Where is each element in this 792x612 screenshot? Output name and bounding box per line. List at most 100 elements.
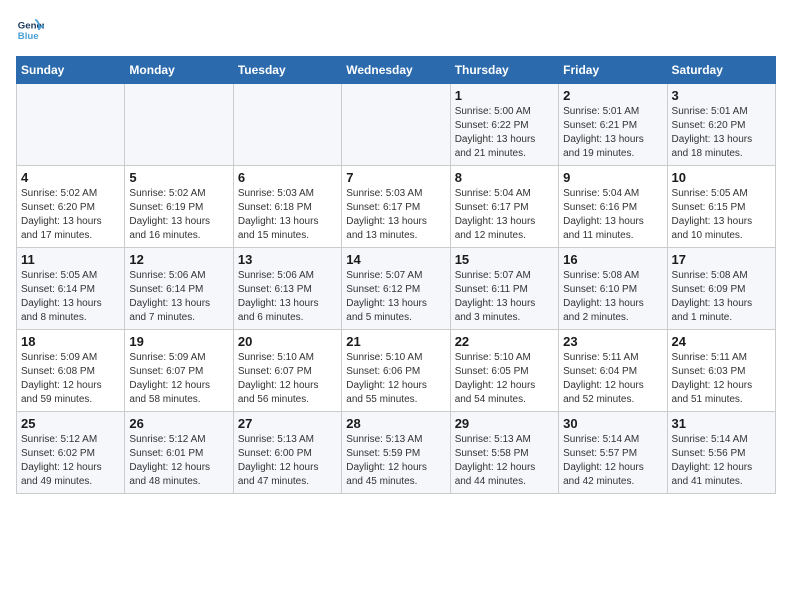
day-info: Sunrise: 5:08 AM Sunset: 6:09 PM Dayligh… [672,269,771,325]
day-info: Sunrise: 5:11 AM Sunset: 6:03 PM Dayligh… [672,351,771,407]
calendar-cell: 19 Sunrise: 5:09 AM Sunset: 6:07 PM Dayli… [125,330,233,412]
day-info: Sunrise: 5:03 AM Sunset: 6:18 PM Dayligh… [238,187,337,243]
day-number: 24 [672,334,771,349]
day-info: Sunrise: 5:11 AM Sunset: 6:04 PM Dayligh… [563,351,662,407]
column-header-wednesday: Wednesday [342,57,450,84]
day-number: 26 [129,416,228,431]
day-number: 28 [346,416,445,431]
day-number: 10 [672,170,771,185]
day-info: Sunrise: 5:12 AM Sunset: 6:02 PM Dayligh… [21,433,120,489]
day-info: Sunrise: 5:13 AM Sunset: 5:59 PM Dayligh… [346,433,445,489]
day-info: Sunrise: 5:08 AM Sunset: 6:10 PM Dayligh… [563,269,662,325]
calendar-cell: 31 Sunrise: 5:14 AM Sunset: 5:56 PM Dayli… [667,412,775,494]
day-info: Sunrise: 5:05 AM Sunset: 6:14 PM Dayligh… [21,269,120,325]
calendar-header-row: SundayMondayTuesdayWednesdayThursdayFrid… [17,57,776,84]
day-info: Sunrise: 5:12 AM Sunset: 6:01 PM Dayligh… [129,433,228,489]
logo-icon: General Blue [16,16,44,44]
day-number: 16 [563,252,662,267]
logo: General Blue [16,16,44,44]
calendar-cell: 16 Sunrise: 5:08 AM Sunset: 6:10 PM Dayli… [559,248,667,330]
day-number: 19 [129,334,228,349]
calendar-cell: 5 Sunrise: 5:02 AM Sunset: 6:19 PM Daylig… [125,166,233,248]
day-info: Sunrise: 5:06 AM Sunset: 6:13 PM Dayligh… [238,269,337,325]
day-number: 3 [672,88,771,103]
day-info: Sunrise: 5:04 AM Sunset: 6:16 PM Dayligh… [563,187,662,243]
day-number: 23 [563,334,662,349]
day-number: 8 [455,170,554,185]
calendar-cell [125,84,233,166]
svg-text:General: General [18,20,44,31]
day-number: 17 [672,252,771,267]
day-info: Sunrise: 5:01 AM Sunset: 6:20 PM Dayligh… [672,105,771,161]
calendar-cell: 3 Sunrise: 5:01 AM Sunset: 6:20 PM Daylig… [667,84,775,166]
day-info: Sunrise: 5:02 AM Sunset: 6:19 PM Dayligh… [129,187,228,243]
day-number: 15 [455,252,554,267]
column-header-saturday: Saturday [667,57,775,84]
day-info: Sunrise: 5:00 AM Sunset: 6:22 PM Dayligh… [455,105,554,161]
day-info: Sunrise: 5:04 AM Sunset: 6:17 PM Dayligh… [455,187,554,243]
day-number: 31 [672,416,771,431]
calendar-cell: 2Sunrise: 5:01 AM Sunset: 6:21 PM Daylig… [559,84,667,166]
calendar-cell: 21 Sunrise: 5:10 AM Sunset: 6:06 PM Dayli… [342,330,450,412]
day-info: Sunrise: 5:14 AM Sunset: 5:56 PM Dayligh… [672,433,771,489]
day-info: Sunrise: 5:10 AM Sunset: 6:06 PM Dayligh… [346,351,445,407]
day-info: Sunrise: 5:10 AM Sunset: 6:07 PM Dayligh… [238,351,337,407]
calendar-cell: 11 Sunrise: 5:05 AM Sunset: 6:14 PM Dayli… [17,248,125,330]
calendar-week-2: 4 Sunrise: 5:02 AM Sunset: 6:20 PM Daylig… [17,166,776,248]
day-number: 14 [346,252,445,267]
day-number: 7 [346,170,445,185]
day-number: 22 [455,334,554,349]
calendar-cell: 28 Sunrise: 5:13 AM Sunset: 5:59 PM Dayli… [342,412,450,494]
calendar-cell: 4 Sunrise: 5:02 AM Sunset: 6:20 PM Daylig… [17,166,125,248]
calendar-cell: 20 Sunrise: 5:10 AM Sunset: 6:07 PM Dayli… [233,330,341,412]
day-info: Sunrise: 5:10 AM Sunset: 6:05 PM Dayligh… [455,351,554,407]
calendar-cell: 10 Sunrise: 5:05 AM Sunset: 6:15 PM Dayli… [667,166,775,248]
calendar-cell: 8 Sunrise: 5:04 AM Sunset: 6:17 PM Daylig… [450,166,558,248]
calendar-week-4: 18Sunrise: 5:09 AM Sunset: 6:08 PM Dayli… [17,330,776,412]
calendar-cell: 18Sunrise: 5:09 AM Sunset: 6:08 PM Dayli… [17,330,125,412]
day-info: Sunrise: 5:03 AM Sunset: 6:17 PM Dayligh… [346,187,445,243]
calendar-cell: 6 Sunrise: 5:03 AM Sunset: 6:18 PM Daylig… [233,166,341,248]
day-number: 29 [455,416,554,431]
calendar-week-1: 1 Sunrise: 5:00 AM Sunset: 6:22 PM Daylig… [17,84,776,166]
calendar-week-5: 25 Sunrise: 5:12 AM Sunset: 6:02 PM Dayli… [17,412,776,494]
calendar-cell: 13 Sunrise: 5:06 AM Sunset: 6:13 PM Dayli… [233,248,341,330]
calendar-cell: 12 Sunrise: 5:06 AM Sunset: 6:14 PM Dayli… [125,248,233,330]
svg-text:Blue: Blue [18,31,39,42]
day-number: 18 [21,334,120,349]
calendar-week-3: 11 Sunrise: 5:05 AM Sunset: 6:14 PM Dayli… [17,248,776,330]
day-number: 20 [238,334,337,349]
column-header-tuesday: Tuesday [233,57,341,84]
calendar-table: SundayMondayTuesdayWednesdayThursdayFrid… [16,56,776,494]
day-number: 2 [563,88,662,103]
calendar-cell: 27 Sunrise: 5:13 AM Sunset: 6:00 PM Dayli… [233,412,341,494]
day-info: Sunrise: 5:13 AM Sunset: 6:00 PM Dayligh… [238,433,337,489]
day-number: 30 [563,416,662,431]
calendar-cell: 26 Sunrise: 5:12 AM Sunset: 6:01 PM Dayli… [125,412,233,494]
day-info: Sunrise: 5:09 AM Sunset: 6:07 PM Dayligh… [129,351,228,407]
day-info: Sunrise: 5:13 AM Sunset: 5:58 PM Dayligh… [455,433,554,489]
column-header-thursday: Thursday [450,57,558,84]
day-number: 11 [21,252,120,267]
day-number: 5 [129,170,228,185]
day-number: 13 [238,252,337,267]
day-number: 6 [238,170,337,185]
calendar-cell: 25 Sunrise: 5:12 AM Sunset: 6:02 PM Dayli… [17,412,125,494]
calendar-cell: 24 Sunrise: 5:11 AM Sunset: 6:03 PM Dayli… [667,330,775,412]
day-number: 27 [238,416,337,431]
day-number: 21 [346,334,445,349]
calendar-cell: 7 Sunrise: 5:03 AM Sunset: 6:17 PM Daylig… [342,166,450,248]
calendar-cell: 29 Sunrise: 5:13 AM Sunset: 5:58 PM Dayli… [450,412,558,494]
calendar-cell: 17 Sunrise: 5:08 AM Sunset: 6:09 PM Dayli… [667,248,775,330]
day-info: Sunrise: 5:07 AM Sunset: 6:11 PM Dayligh… [455,269,554,325]
calendar-cell: 14Sunrise: 5:07 AM Sunset: 6:12 PM Dayli… [342,248,450,330]
day-info: Sunrise: 5:05 AM Sunset: 6:15 PM Dayligh… [672,187,771,243]
calendar-cell [17,84,125,166]
day-info: Sunrise: 5:02 AM Sunset: 6:20 PM Dayligh… [21,187,120,243]
day-number: 4 [21,170,120,185]
calendar-cell [342,84,450,166]
day-info: Sunrise: 5:06 AM Sunset: 6:14 PM Dayligh… [129,269,228,325]
day-number: 1 [455,88,554,103]
day-number: 12 [129,252,228,267]
day-number: 25 [21,416,120,431]
